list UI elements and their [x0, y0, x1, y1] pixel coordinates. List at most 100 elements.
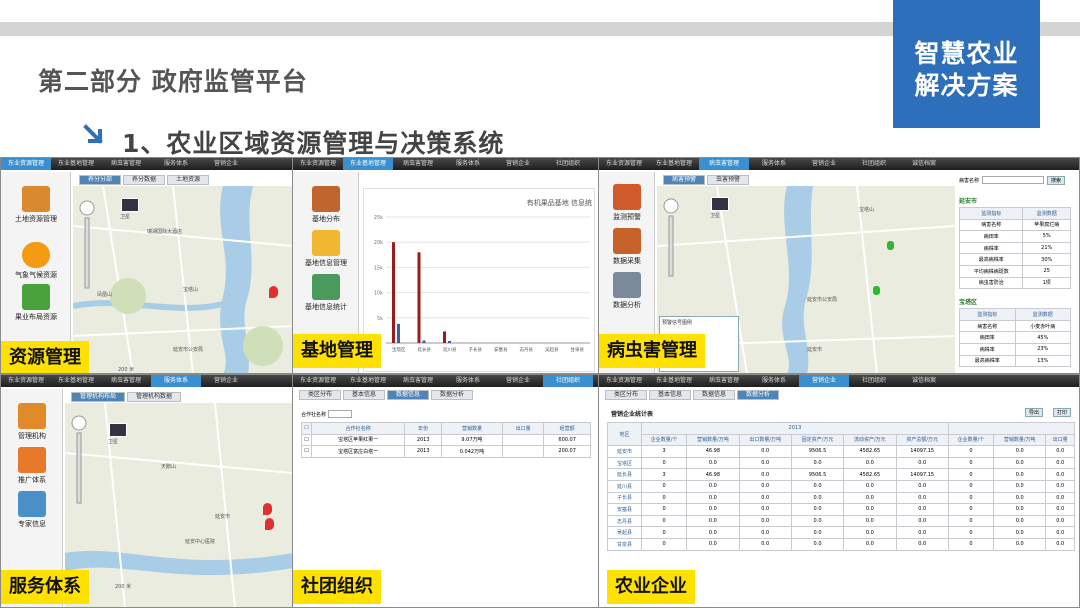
nav-tab[interactable]: 诚信档案	[899, 158, 949, 170]
nav-tab[interactable]: 社团组织	[543, 158, 593, 170]
nav-tab[interactable]: 东业基地管理	[51, 375, 101, 387]
nav-tab[interactable]: 东业资源管理	[1, 158, 51, 170]
tab-data-analysis[interactable]: 数据分析	[431, 390, 474, 400]
search-input[interactable]	[328, 410, 353, 418]
nav-tab[interactable]: 东业资源管理	[1, 375, 51, 387]
tab-data-info[interactable]: 数据信息	[387, 390, 430, 400]
nav-tab[interactable]: 服务体系	[749, 158, 799, 170]
tab-region-distribution[interactable]: 类区分布	[299, 390, 342, 400]
side-item-land[interactable]: 土地资源管理	[1, 186, 71, 224]
table-row: 志丹县 0 0.0 0.0 0.0 0.0 0.0 0 0.0 0.0	[607, 514, 1075, 528]
side-item-orchard[interactable]: 果业布局资源	[1, 284, 71, 322]
nav-tab[interactable]: 病虫害管理	[101, 158, 151, 170]
zoom-control[interactable]	[663, 198, 679, 282]
nav-tab[interactable]: 东业基地管理	[343, 158, 393, 170]
service-map[interactable]: 卫星 天鹅山 延安市 延安中心医院 200 米	[65, 403, 293, 607]
nav-tab[interactable]: 东业资源管理	[599, 375, 649, 387]
print-button[interactable]: 打印	[1052, 408, 1071, 417]
side-item-base-stats[interactable]: 基地信息统计	[293, 274, 359, 312]
tab-data-analysis[interactable]: 数据分析	[737, 390, 780, 400]
map-marker-icon[interactable]	[265, 518, 274, 530]
select-all-checkbox[interactable]: ☐	[301, 422, 312, 435]
side-item-extension[interactable]: 推广体系	[1, 447, 63, 485]
nav-tab[interactable]: 社团组织	[849, 375, 899, 387]
region-link[interactable]: 甘泉县	[607, 537, 642, 551]
nav-tab[interactable]: 病虫害管理	[699, 158, 749, 170]
nav-tab[interactable]: 诚信档案	[899, 375, 949, 387]
nav-tab[interactable]: 服务体系	[749, 375, 799, 387]
tab-agency-layout[interactable]: 管理机构布局	[71, 392, 126, 402]
side-item-analysis[interactable]: 数据分析	[599, 272, 655, 310]
tab-land-resource[interactable]: 土地资源	[167, 175, 210, 185]
nav-tab[interactable]: 营销企业	[493, 375, 543, 387]
table-row: 吴起县 0 0.0 0.0 0.0 0.0 0.0 0 0.0 0.0	[607, 526, 1075, 539]
satellite-toggle[interactable]	[121, 198, 139, 212]
region-link[interactable]: 子长县	[607, 491, 642, 505]
row-checkbox[interactable]: ☐	[301, 433, 312, 447]
region-link[interactable]: 吴起县	[607, 526, 642, 539]
tab-disease-warning[interactable]: 病害预警	[663, 175, 706, 185]
side-item-base-distribution[interactable]: 基地分布	[293, 186, 359, 224]
table-row[interactable]: ☐ 宝塔区苹果红果一 2013 9.07万吨 600.07	[301, 433, 591, 447]
side-item-base-info[interactable]: 基地信息管理	[293, 230, 359, 268]
nav-tab[interactable]: 社团组织	[849, 158, 899, 170]
region-link[interactable]: 延长县	[607, 468, 642, 481]
nav-tab[interactable]: 营销企业	[799, 158, 849, 170]
region-link[interactable]: 宝塔区	[607, 456, 642, 470]
nav-tab[interactable]: 东业基地管理	[649, 158, 699, 170]
house-icon	[18, 403, 46, 429]
resource-map[interactable]: 卫星 瑞湖国际大酒店 凤凰山 宝塔山 延安市公安局 200 米	[73, 186, 293, 373]
nav-tab[interactable]: 东业资源管理	[599, 158, 649, 170]
table-row[interactable]: ☐ 宝塔区富庄白塔一 2013 0.042万吨 200.07	[301, 445, 591, 458]
nav-tab[interactable]: 营销企业	[201, 158, 251, 170]
tab-agency-data[interactable]: 管理机构数据	[127, 392, 182, 402]
nav-tab[interactable]: 服务体系	[443, 158, 493, 170]
search-input[interactable]	[982, 176, 1045, 184]
zoom-control[interactable]	[71, 415, 87, 509]
nav-tab[interactable]: 营销企业	[799, 375, 849, 387]
nav-tab[interactable]: 东业资源管理	[293, 158, 343, 170]
nav-tab[interactable]: 东业基地管理	[343, 375, 393, 387]
warning-marker-icon[interactable]	[873, 286, 880, 295]
side-item-expert[interactable]: 专家信息	[1, 491, 63, 529]
satellite-toggle[interactable]	[711, 197, 729, 211]
map-marker-icon[interactable]	[263, 503, 272, 515]
tab-insect-warning[interactable]: 虫害预警	[707, 175, 750, 185]
table-row: 病田率 45%	[959, 331, 1071, 344]
nav-tab[interactable]: 东业基地管理	[51, 158, 101, 170]
tab-data-info[interactable]: 数据信息	[693, 390, 736, 400]
warning-marker-icon[interactable]	[887, 241, 894, 250]
satellite-toggle[interactable]	[109, 423, 127, 437]
region-link[interactable]: 延安市	[607, 445, 642, 458]
region-link[interactable]: 安塞县	[607, 503, 642, 516]
zoom-control[interactable]	[79, 200, 95, 294]
region-link[interactable]: 志丹县	[607, 514, 642, 528]
nav-tab[interactable]: 营销企业	[201, 375, 251, 387]
tab-nutrient-distribution[interactable]: 养分分部	[79, 175, 122, 185]
side-item-monitor[interactable]: 监测预警	[599, 184, 655, 222]
nav-tab[interactable]: 营销企业	[493, 158, 543, 170]
nav-tab[interactable]: 服务体系	[151, 158, 201, 170]
nav-tab[interactable]: 病虫害管理	[393, 375, 443, 387]
nav-tab[interactable]: 东业资源管理	[293, 375, 343, 387]
tab-basic-info[interactable]: 基本信息	[343, 390, 386, 400]
row-checkbox[interactable]: ☐	[301, 445, 312, 458]
nav-tab[interactable]: 病虫害管理	[699, 375, 749, 387]
nav-tab[interactable]: 社团组织	[543, 375, 593, 387]
nav-tab[interactable]: 东业基地管理	[649, 375, 699, 387]
nav-tab[interactable]: 病虫害管理	[101, 375, 151, 387]
export-button[interactable]: 导出	[1024, 408, 1043, 417]
tab-basic-info[interactable]: 基本信息	[649, 390, 692, 400]
map-marker-icon[interactable]	[269, 286, 278, 298]
side-item-weather[interactable]: 气象气候资源	[1, 242, 71, 280]
region-link[interactable]: 延川县	[607, 479, 642, 493]
tab-nutrient-data[interactable]: 养分数据	[123, 175, 166, 185]
tab-region-distribution[interactable]: 类区分布	[605, 390, 648, 400]
year-header-blank	[947, 422, 1076, 435]
nav-tab[interactable]: 病虫害管理	[393, 158, 443, 170]
nav-tab[interactable]: 服务体系	[443, 375, 493, 387]
side-item-collect[interactable]: 数据采集	[599, 228, 655, 266]
nav-tab[interactable]: 服务体系	[151, 375, 201, 387]
side-item-agency[interactable]: 管理机构	[1, 403, 63, 441]
search-button[interactable]: 搜索	[1047, 175, 1066, 185]
